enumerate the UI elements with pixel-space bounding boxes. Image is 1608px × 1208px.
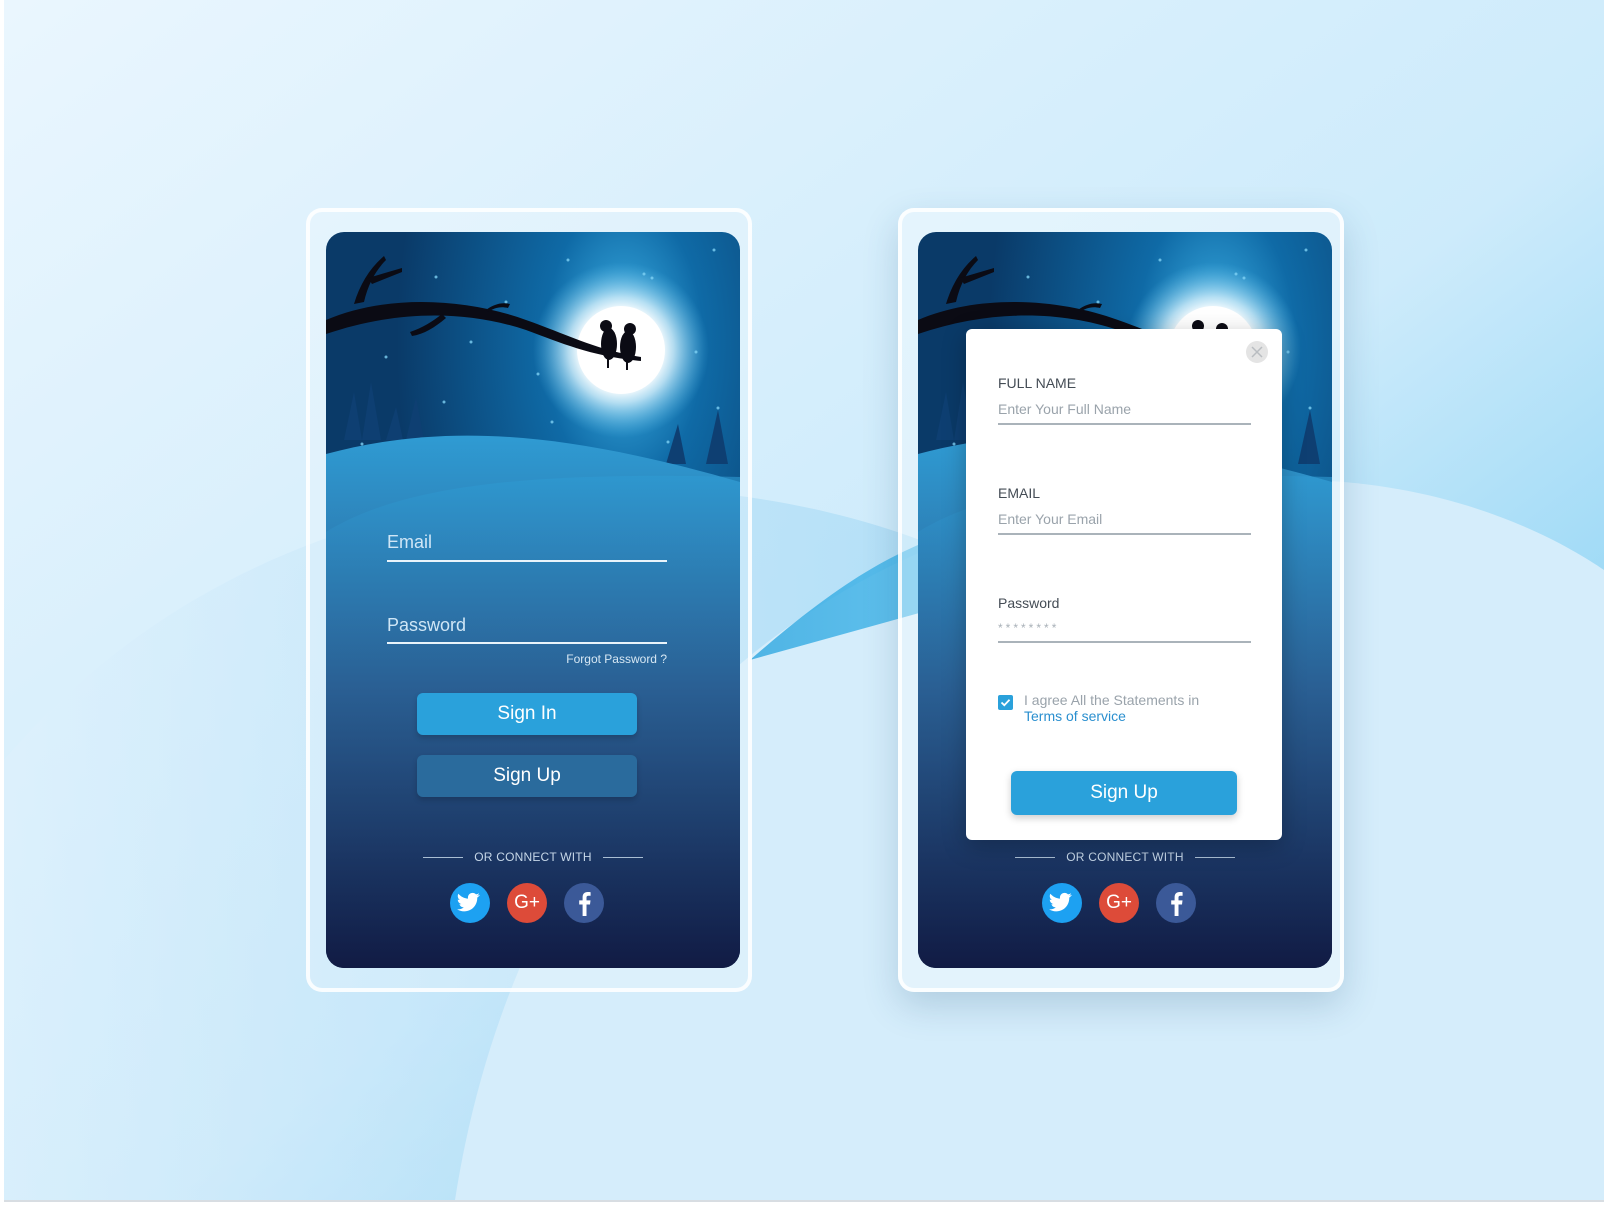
full-name-input[interactable]: Enter Your Full Name — [998, 401, 1251, 425]
facebook-icon[interactable] — [1156, 883, 1196, 923]
connect-divider: OR CONNECT WITH — [918, 850, 1332, 864]
password-input[interactable]: ******** — [998, 621, 1251, 643]
twitter-icon[interactable] — [1042, 883, 1082, 923]
google-plus-icon[interactable]: G+ — [1099, 883, 1139, 923]
close-icon — [1251, 346, 1263, 358]
divider-line — [602, 857, 643, 859]
checkmark-icon — [1000, 699, 1011, 707]
login-card: Email Password Forgot Password ? Sign In… — [326, 232, 740, 968]
forgot-password-link[interactable]: Forgot Password ? — [566, 652, 667, 666]
password-field-underline[interactable] — [387, 642, 667, 644]
email-input[interactable]: Enter Your Email — [998, 511, 1251, 535]
background — [0, 0, 1608, 1208]
sign-in-button[interactable]: Sign In — [417, 693, 637, 735]
divider-line — [1015, 857, 1056, 859]
connect-divider: OR CONNECT WITH — [326, 850, 740, 864]
showcase-stage: Email Password Forgot Password ? Sign In… — [0, 0, 1608, 1208]
divider-line — [423, 857, 464, 859]
twitter-icon[interactable] — [450, 883, 490, 923]
divider-line — [1194, 857, 1235, 859]
terms-of-service-link[interactable]: Terms of service — [1024, 708, 1126, 724]
email-field-underline[interactable] — [387, 560, 667, 562]
modal-sign-up-button[interactable]: Sign Up — [1011, 771, 1237, 815]
password-label: Password — [998, 595, 1060, 611]
facebook-icon[interactable] — [564, 883, 604, 923]
email-label: EMAIL — [998, 485, 1041, 501]
connect-text: OR CONNECT WITH — [474, 850, 592, 864]
email-label[interactable]: Email — [387, 532, 432, 553]
signup-modal: FULL NAME Enter Your Full Name EMAIL Ent… — [966, 329, 1282, 840]
full-name-label: FULL NAME — [998, 375, 1077, 391]
sign-up-button[interactable]: Sign Up — [417, 755, 637, 797]
close-button[interactable] — [1246, 341, 1268, 363]
agree-text: I agree All the Statements in — [1024, 692, 1200, 708]
google-plus-glyph: G+ — [514, 892, 540, 913]
terms-checkbox[interactable] — [998, 695, 1013, 710]
google-plus-icon[interactable]: G+ — [507, 883, 547, 923]
google-plus-glyph: G+ — [1106, 892, 1132, 913]
password-label[interactable]: Password — [387, 615, 466, 636]
terms-agreement: I agree All the Statements in Terms of s… — [1024, 692, 1199, 724]
connect-text: OR CONNECT WITH — [1066, 850, 1184, 864]
